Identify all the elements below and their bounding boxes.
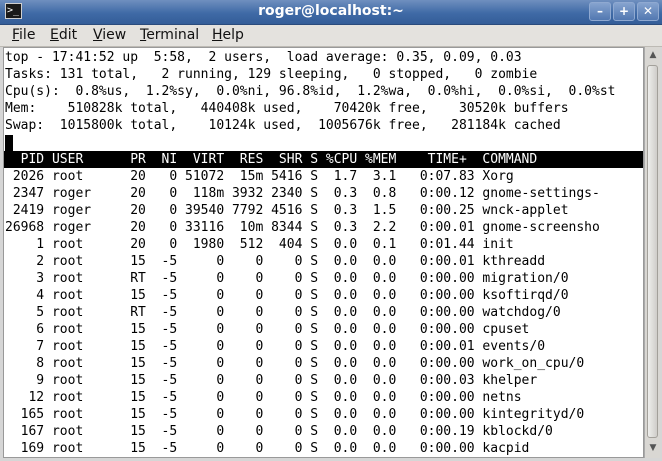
process-row: 4 root 15 -5 0 0 0 S 0.0 0.0 0:00.00 kso… xyxy=(5,288,569,303)
process-row: 9 root 15 -5 0 0 0 S 0.0 0.0 0:00.03 khe… xyxy=(5,373,538,388)
process-row: 12 root 15 -5 0 0 0 S 0.0 0.0 0:00.00 ne… xyxy=(5,390,522,405)
menu-help[interactable]: Help xyxy=(212,27,244,43)
process-row: 3 root RT -5 0 0 0 S 0.0 0.0 0:00.00 mig… xyxy=(5,271,569,286)
process-row: 167 root 15 -5 0 0 0 S 0.0 0.0 0:00.19 k… xyxy=(5,424,553,439)
process-row: 6 root 15 -5 0 0 0 S 0.0 0.0 0:00.00 cpu… xyxy=(5,322,530,337)
process-table-header: PID USER PR NI VIRT RES SHR S %CPU %MEM … xyxy=(4,151,643,168)
process-row: 2419 roger 20 0 39540 7792 4516 S 0.3 1.… xyxy=(5,203,569,218)
top-tasks-line: Tasks: 131 total, 2 running, 129 sleepin… xyxy=(5,67,538,82)
process-row: 2026 root 20 0 51072 15m 5416 S 1.7 3.1 … xyxy=(5,169,514,184)
top-uptime-line: top - 17:41:52 up 5:58, 2 users, load av… xyxy=(5,50,522,65)
process-row: 5 root RT -5 0 0 0 S 0.0 0.0 0:00.00 wat… xyxy=(5,305,561,320)
process-row: 2 root 15 -5 0 0 0 S 0.0 0.0 0:00.01 kth… xyxy=(5,254,546,269)
top-cpu-line: Cpu(s): 0.8%us, 1.2%sy, 0.0%ni, 96.8%id,… xyxy=(5,84,616,99)
scroll-down-icon[interactable]: ▼ xyxy=(646,441,660,455)
process-row: 8 root 15 -5 0 0 0 S 0.0 0.0 0:00.00 wor… xyxy=(5,356,585,371)
process-row: 2347 roger 20 0 118m 3932 2340 S 0.3 0.8… xyxy=(5,186,600,201)
process-row: 26968 roger 20 0 33116 10m 8344 S 0.3 2.… xyxy=(5,220,600,235)
window-title: roger@localhost:~ xyxy=(258,3,404,19)
process-row: 165 root 15 -5 0 0 0 S 0.0 0.0 0:00.00 k… xyxy=(5,407,585,422)
terminal-output[interactable]: top - 17:41:52 up 5:58, 2 users, load av… xyxy=(3,47,644,458)
menu-file-rest: ile xyxy=(19,27,36,43)
process-row: 1 root 20 0 1980 512 404 S 0.0 0.1 0:01.… xyxy=(5,237,514,252)
minimize-button[interactable]: – xyxy=(589,2,611,21)
process-row: 169 root 15 -5 0 0 0 S 0.0 0.0 0:00.00 k… xyxy=(5,441,530,456)
menu-edit[interactable]: Edit xyxy=(50,27,77,43)
title-bar[interactable]: >_ roger@localhost:~ – + ✕ xyxy=(0,0,662,25)
menu-bar: File Edit View Terminal Help xyxy=(0,25,662,47)
menu-view[interactable]: View xyxy=(93,27,126,43)
process-row: 7 root 15 -5 0 0 0 S 0.0 0.0 0:00.01 eve… xyxy=(5,339,546,354)
top-swap-line: Swap: 1015800k total, 10124k used, 10056… xyxy=(5,118,561,133)
vertical-scrollbar[interactable]: ▲ ▼ xyxy=(644,47,660,458)
maximize-button[interactable]: + xyxy=(613,2,635,21)
menu-file[interactable]: File xyxy=(12,27,35,43)
text-cursor xyxy=(5,135,13,151)
menu-terminal[interactable]: Terminal xyxy=(140,27,199,43)
scroll-up-icon[interactable]: ▲ xyxy=(646,48,660,62)
close-button[interactable]: ✕ xyxy=(637,2,659,21)
terminal-window: >_ roger@localhost:~ – + ✕ File Edit Vie… xyxy=(0,0,662,461)
scrollbar-thumb[interactable] xyxy=(647,65,658,438)
top-mem-line: Mem: 510828k total, 440408k used, 70420k… xyxy=(5,101,569,116)
